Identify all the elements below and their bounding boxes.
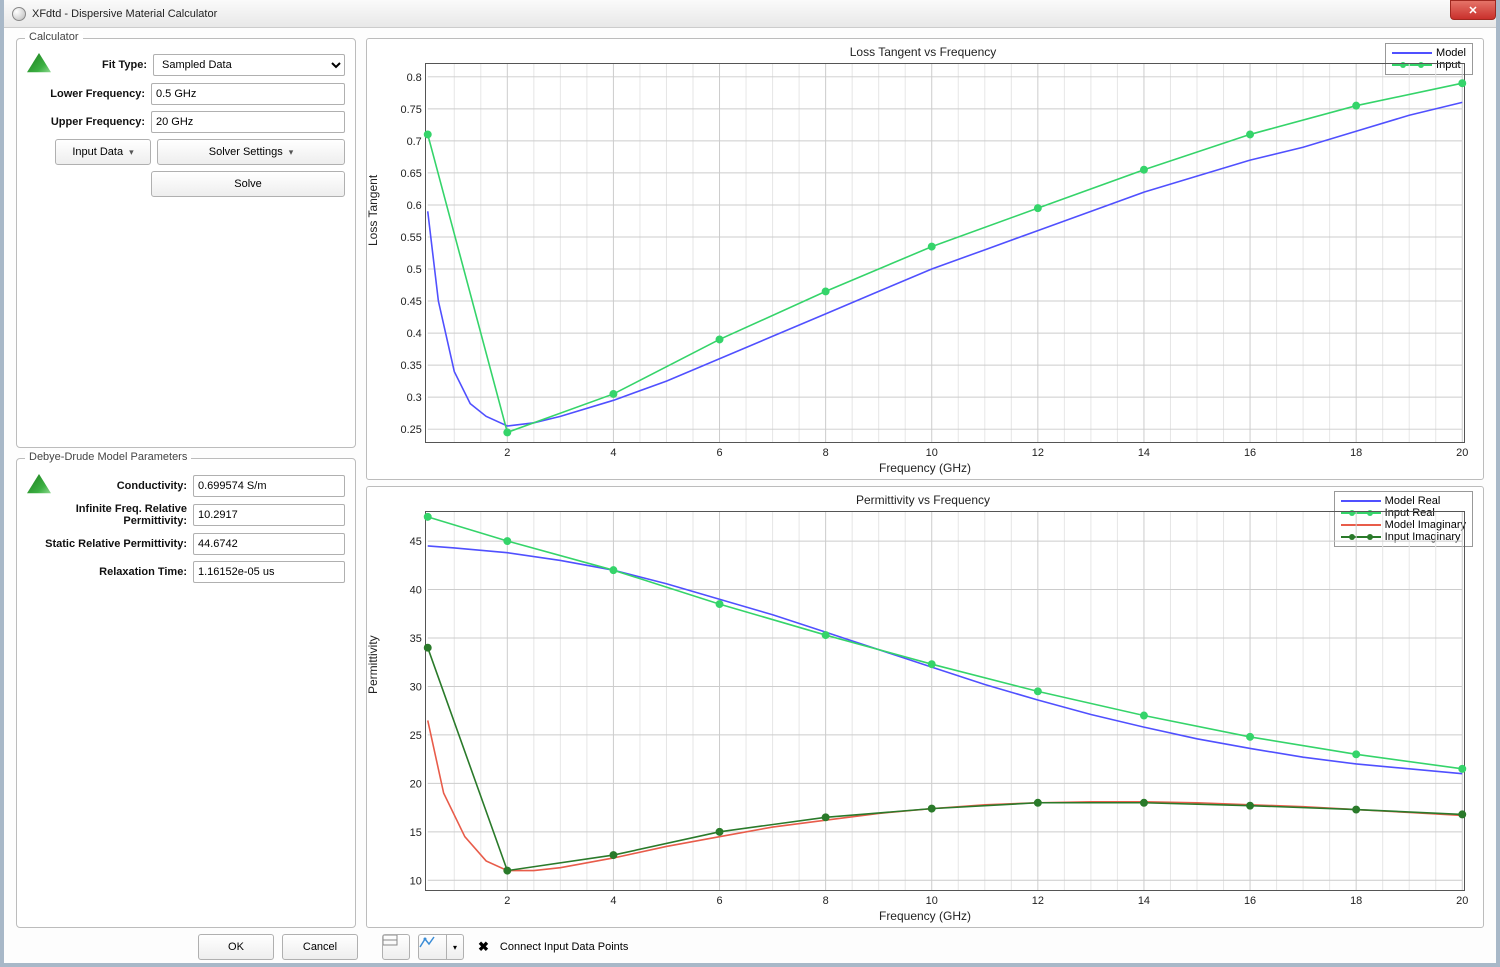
svg-text:18: 18: [1350, 895, 1362, 907]
svg-text:4: 4: [610, 895, 616, 907]
input-data-button[interactable]: Input Data: [55, 139, 151, 165]
solver-settings-button[interactable]: Solver Settings: [157, 139, 345, 165]
svg-text:0.3: 0.3: [407, 392, 422, 404]
cancel-button[interactable]: Cancel: [282, 934, 358, 960]
static-perm-label: Static Relative Permittivity:: [27, 538, 187, 550]
svg-text:20: 20: [1456, 895, 1468, 907]
close-button[interactable]: ✕: [1450, 0, 1496, 20]
footer: OK Cancel ▾ ✖ Connect Input Data Points: [4, 928, 1496, 966]
svg-text:35: 35: [410, 633, 422, 645]
chart2-xlabel: Frequency (GHz): [367, 909, 1483, 923]
graph-style-dropdown-icon[interactable]: ▾: [446, 934, 464, 960]
svg-text:10: 10: [410, 875, 422, 887]
svg-text:16: 16: [1244, 447, 1256, 459]
chart2-title: Permittivity vs Frequency: [371, 493, 1475, 507]
permittivity-chart: Permittivity vs Frequency Model Real Inp…: [366, 486, 1484, 928]
upper-freq-input[interactable]: [151, 111, 345, 133]
svg-text:30: 30: [410, 681, 422, 693]
calculator-group: Calculator Fit Type: Sampled Data Lower …: [16, 38, 356, 448]
fit-type-select[interactable]: Sampled Data: [153, 54, 345, 76]
svg-text:45: 45: [410, 536, 422, 548]
svg-text:10: 10: [926, 447, 938, 459]
svg-text:0.55: 0.55: [400, 232, 421, 244]
chart1-plot: 0.250.30.350.40.450.50.550.60.650.70.750…: [426, 64, 1464, 442]
svg-text:0.75: 0.75: [400, 104, 421, 116]
svg-text:15: 15: [410, 827, 422, 839]
chart1-ylabel: Loss Tangent: [366, 175, 380, 246]
svg-text:14: 14: [1138, 447, 1150, 459]
svg-text:2: 2: [504, 895, 510, 907]
svg-text:8: 8: [823, 895, 829, 907]
svg-text:8: 8: [823, 447, 829, 459]
svg-text:0.35: 0.35: [400, 360, 421, 372]
svg-text:0.45: 0.45: [400, 296, 421, 308]
view-mode-icon[interactable]: [382, 934, 410, 960]
svg-text:0.7: 0.7: [407, 136, 422, 148]
svg-text:0.25: 0.25: [400, 424, 421, 436]
calculator-logo-icon: [27, 53, 51, 77]
conductivity-input[interactable]: [193, 475, 345, 497]
conductivity-label: Conductivity:: [27, 480, 187, 492]
svg-text:0.5: 0.5: [407, 264, 422, 276]
app-icon: [12, 7, 26, 21]
chart1-xlabel: Frequency (GHz): [367, 461, 1483, 475]
svg-text:20: 20: [410, 778, 422, 790]
svg-text:12: 12: [1032, 895, 1044, 907]
svg-text:12: 12: [1032, 447, 1044, 459]
relax-time-input[interactable]: [193, 561, 345, 583]
svg-text:20: 20: [1456, 447, 1468, 459]
ok-button[interactable]: OK: [198, 934, 274, 960]
titlebar: XFdtd - Dispersive Material Calculator ✕: [4, 0, 1496, 28]
lower-freq-label: Lower Frequency:: [27, 88, 145, 100]
chart2-ylabel: Permittivity: [366, 635, 380, 694]
lower-freq-input[interactable]: [151, 83, 345, 105]
svg-text:0.6: 0.6: [407, 200, 422, 212]
inf-perm-label: Infinite Freq. Relative Permittivity:: [27, 503, 187, 527]
connect-toggle-x-icon[interactable]: ✖: [478, 939, 489, 955]
svg-text:4: 4: [610, 447, 616, 459]
chart2-plot: 10152025303540452468101214161820: [426, 512, 1464, 890]
relax-time-label: Relaxation Time:: [27, 566, 187, 578]
calculator-legend: Calculator: [25, 31, 83, 43]
svg-text:16: 16: [1244, 895, 1256, 907]
svg-text:6: 6: [716, 447, 722, 459]
loss-tangent-chart: Loss Tangent vs Frequency Model Input Lo…: [366, 38, 1484, 480]
static-perm-input[interactable]: [193, 533, 345, 555]
upper-freq-label: Upper Frequency:: [27, 116, 145, 128]
svg-text:40: 40: [410, 585, 422, 597]
svg-text:6: 6: [716, 895, 722, 907]
inf-perm-input[interactable]: [193, 504, 345, 526]
connect-label: Connect Input Data Points: [500, 941, 628, 953]
svg-text:18: 18: [1350, 447, 1362, 459]
svg-text:14: 14: [1138, 895, 1150, 907]
svg-text:0.65: 0.65: [400, 168, 421, 180]
window-title: XFdtd - Dispersive Material Calculator: [32, 8, 217, 20]
chart1-title: Loss Tangent vs Frequency: [371, 45, 1475, 59]
solve-button[interactable]: Solve: [151, 171, 345, 197]
debye-legend: Debye-Drude Model Parameters: [25, 451, 191, 463]
debye-group: Debye-Drude Model Parameters Conductivit…: [16, 458, 356, 928]
svg-text:0.4: 0.4: [407, 328, 422, 340]
svg-text:10: 10: [926, 895, 938, 907]
svg-text:0.8: 0.8: [407, 72, 422, 84]
svg-text:2: 2: [504, 447, 510, 459]
graph-style-icon[interactable]: [418, 934, 446, 960]
svg-text:25: 25: [410, 730, 422, 742]
fit-type-label: Fit Type:: [59, 59, 147, 71]
